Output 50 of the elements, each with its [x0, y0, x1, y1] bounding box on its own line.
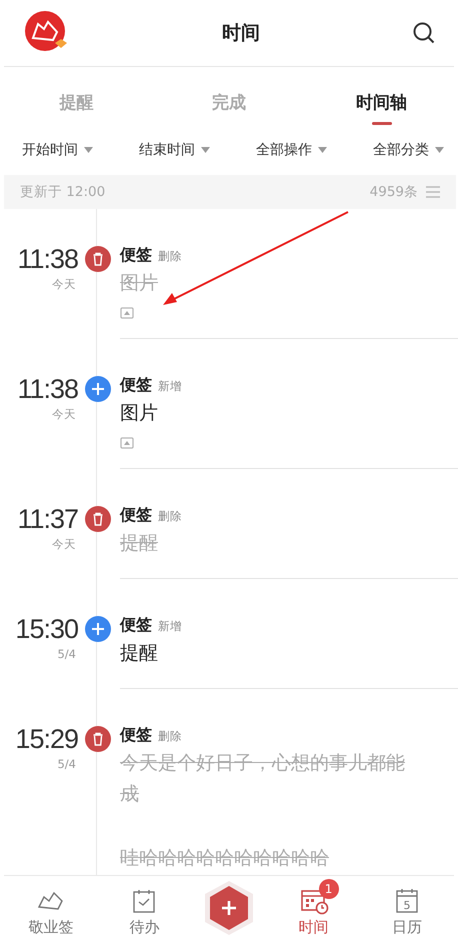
- entry-text: 提醒: [120, 641, 159, 666]
- entry-category: 便签: [120, 245, 152, 266]
- entry-time: 11:37: [17, 505, 78, 533]
- nav-item[interactable]: 敬业签: [16, 879, 86, 937]
- filter-dropdown[interactable]: 结束时间: [139, 141, 210, 159]
- tab[interactable]: 时间轴: [326, 91, 437, 125]
- entry-date: 今天: [52, 277, 77, 292]
- entry-date: 5/4: [57, 757, 77, 771]
- entry-time: 15:29: [15, 725, 78, 753]
- search-icon[interactable]: [412, 21, 436, 45]
- entry-time: 11:38: [17, 245, 78, 273]
- entry-action: 删除: [158, 729, 182, 744]
- entry-action: 新增: [158, 619, 182, 634]
- record-count: 4959条: [370, 183, 418, 201]
- notification-badge: 1: [318, 879, 339, 899]
- entry-action: 删除: [158, 249, 182, 264]
- update-time: 更新于 12:00: [20, 183, 106, 201]
- page-title: 时间: [222, 21, 260, 46]
- caret-icon: [201, 147, 210, 153]
- plus-icon: [85, 376, 111, 402]
- entry-text: 图片: [120, 401, 159, 426]
- caret-icon: [435, 147, 444, 153]
- entry-category: 便签: [120, 375, 152, 396]
- entry-date: 5/4: [57, 647, 77, 661]
- entry-text: 哇哈哈哈哈哈哈哈哈哈哈: [120, 846, 330, 871]
- nav-item[interactable]: 待办: [109, 879, 180, 937]
- entry-date: 今天: [52, 537, 77, 552]
- filter-dropdown[interactable]: 开始时间: [22, 141, 93, 159]
- entry-action: 删除: [158, 509, 182, 524]
- nav-item[interactable]: 5 日历: [372, 879, 442, 937]
- nav-item[interactable]: 时间 1: [278, 879, 349, 937]
- filter-dropdown[interactable]: 全部分类: [373, 141, 444, 159]
- entry-date: 今天: [52, 407, 77, 422]
- entry-text: 提醒: [120, 531, 159, 556]
- caret-icon: [318, 147, 327, 153]
- entry-text: 图片: [120, 271, 159, 296]
- plus-icon: [85, 616, 111, 642]
- entry-category: 便签: [120, 725, 152, 746]
- entry-text: 今天是个好日子，心想的事儿都能成: [120, 751, 406, 807]
- trash-icon: [85, 506, 111, 532]
- trash-icon: [85, 726, 111, 752]
- add-button[interactable]: [202, 880, 255, 936]
- entry-category: 便签: [120, 505, 152, 526]
- filter-dropdown[interactable]: 全部操作: [256, 141, 327, 159]
- entry-category: 便签: [120, 615, 152, 636]
- caret-icon: [84, 147, 93, 153]
- entry-time: 11:38: [17, 375, 78, 403]
- entry-time: 15:30: [15, 615, 78, 643]
- entry-action: 新增: [158, 379, 182, 394]
- trash-icon: [85, 246, 111, 272]
